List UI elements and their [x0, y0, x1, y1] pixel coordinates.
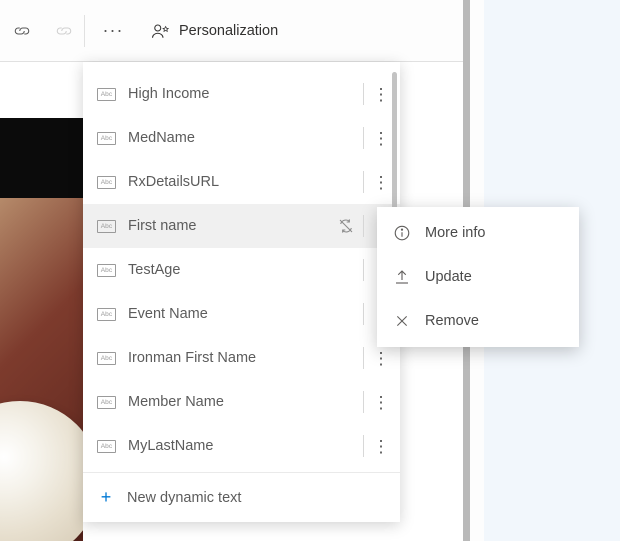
- item-actions: ⋮: [333, 127, 394, 149]
- vertical-ellipsis-icon: ⋮: [373, 437, 390, 456]
- item-divider: [363, 215, 364, 237]
- item-divider: [363, 303, 364, 325]
- item-actions: ⋮: [333, 83, 394, 105]
- sync-off-icon: [333, 218, 359, 234]
- dynamic-text-item[interactable]: AbcTestAge⋮: [83, 248, 400, 292]
- item-more-button[interactable]: ⋮: [368, 394, 394, 411]
- vertical-ellipsis-icon: ⋮: [373, 349, 390, 368]
- text-type-badge: Abc: [97, 308, 116, 321]
- item-divider: [363, 83, 364, 105]
- dynamic-text-label: Member Name: [128, 394, 333, 410]
- context-menu-upload[interactable]: Update: [377, 255, 579, 299]
- info-icon: [393, 224, 411, 242]
- new-dynamic-text-label: New dynamic text: [127, 490, 241, 506]
- item-context-menu: More info Update Remove: [377, 207, 579, 347]
- dynamic-text-label: Event Name: [128, 306, 333, 322]
- text-type-badge: Abc: [97, 440, 116, 453]
- item-more-button[interactable]: ⋮: [368, 130, 394, 147]
- plus-icon: +: [97, 487, 115, 508]
- item-divider: [363, 391, 364, 413]
- item-divider: [363, 127, 364, 149]
- new-dynamic-text-button[interactable]: + New dynamic text: [83, 472, 400, 522]
- dynamic-text-item[interactable]: Abc Ironman First Name ⋮: [83, 336, 400, 380]
- item-divider: [363, 171, 364, 193]
- canvas-white-band: [0, 62, 83, 118]
- dynamic-text-item[interactable]: AbcEvent Name⋮: [83, 292, 400, 336]
- personalization-dropdown: Abc High Income ⋮ Abc MedName ⋮ Abc RxDetailsUR…: [83, 62, 400, 522]
- dynamic-text-label: MyLastName: [128, 438, 333, 454]
- context-menu-info[interactable]: More info: [377, 211, 579, 255]
- dynamic-text-label: Ironman First Name: [128, 350, 333, 366]
- top-toolbar: ··· Personalization: [0, 0, 463, 62]
- dynamic-text-item[interactable]: Abc Member Name ⋮: [83, 380, 400, 424]
- x-icon: [393, 312, 411, 330]
- dynamic-text-label: TestAge: [128, 262, 333, 278]
- item-divider: [363, 435, 364, 457]
- personalization-button[interactable]: Personalization: [141, 22, 278, 40]
- context-menu-x[interactable]: Remove: [377, 299, 579, 343]
- text-type-badge: Abc: [97, 220, 116, 233]
- ellipsis-icon: ···: [103, 20, 124, 41]
- text-type-badge: Abc: [97, 132, 116, 145]
- canvas-photo: [0, 198, 83, 541]
- item-actions: ⋮: [333, 435, 394, 457]
- dynamic-text-item[interactable]: Abc MyLastName ⋮: [83, 424, 400, 468]
- text-type-badge: Abc: [97, 396, 116, 409]
- dynamic-text-item[interactable]: Abc MedName ⋮: [83, 116, 400, 160]
- vertical-ellipsis-icon: ⋮: [373, 85, 390, 104]
- context-menu-label: More info: [425, 225, 485, 241]
- dynamic-text-item[interactable]: Abc RxDetailsURL ⋮: [83, 160, 400, 204]
- item-actions: ⋮: [333, 171, 394, 193]
- dynamic-text-list: Abc High Income ⋮ Abc MedName ⋮ Abc RxDetailsUR…: [83, 62, 400, 472]
- dynamic-text-label: MedName: [128, 130, 333, 146]
- upload-icon: [393, 268, 411, 286]
- item-divider: [363, 347, 364, 369]
- item-more-button[interactable]: ⋮: [368, 86, 394, 103]
- vertical-ellipsis-icon: ⋮: [373, 173, 390, 192]
- vertical-ellipsis-icon: ⋮: [373, 129, 390, 148]
- toolbar-more-button[interactable]: ···: [85, 0, 141, 62]
- item-divider: [363, 259, 364, 281]
- context-menu-label: Remove: [425, 313, 479, 329]
- dynamic-text-label: First name: [128, 218, 333, 234]
- link-icon: [13, 25, 31, 37]
- dynamic-text-label: RxDetailsURL: [128, 174, 333, 190]
- item-actions: ⋮: [333, 347, 394, 369]
- item-actions: ⋮: [333, 391, 394, 413]
- item-more-button[interactable]: ⋮: [368, 174, 394, 191]
- personalization-label: Personalization: [179, 23, 278, 39]
- vertical-ellipsis-icon: ⋮: [373, 393, 390, 412]
- context-menu-label: Update: [425, 269, 472, 285]
- personalization-icon: [151, 22, 169, 40]
- link-variant-icon: [55, 25, 73, 37]
- dynamic-text-label: High Income: [128, 86, 333, 102]
- text-type-badge: Abc: [97, 88, 116, 101]
- link-button[interactable]: [0, 0, 44, 62]
- text-type-badge: Abc: [97, 264, 116, 277]
- toolbar-overflow-disabled: [44, 0, 84, 62]
- canvas-black-band: [0, 118, 83, 198]
- text-type-badge: Abc: [97, 176, 116, 189]
- item-more-button[interactable]: ⋮: [368, 350, 394, 367]
- text-type-badge: Abc: [97, 352, 116, 365]
- dynamic-text-item[interactable]: Abc High Income ⋮: [83, 72, 400, 116]
- dynamic-text-item[interactable]: AbcFirst name⋮: [83, 204, 400, 248]
- item-more-button[interactable]: ⋮: [368, 438, 394, 455]
